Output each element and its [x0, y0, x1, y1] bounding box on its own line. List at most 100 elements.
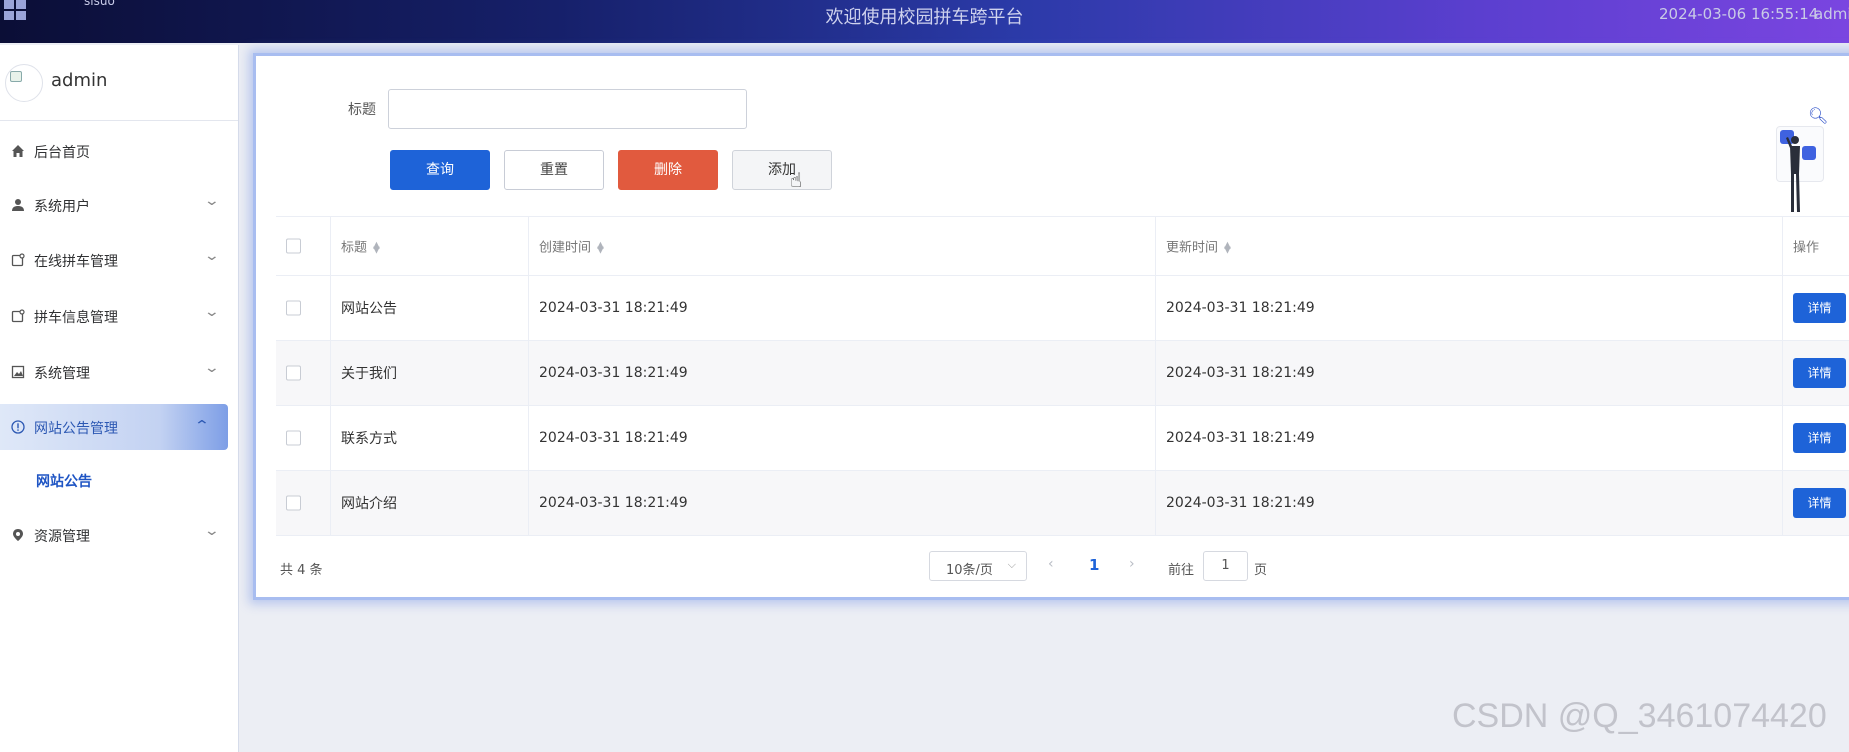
sort-icon[interactable]: ▲ ▼: [373, 241, 380, 255]
watermark: CSDN @Q_3461074420: [1452, 697, 1827, 735]
chevron-down-icon: ⌄: [203, 304, 221, 320]
cell-created: 2024-03-31 18:21:49: [539, 365, 688, 381]
cell-updated: 2024-03-31 18:21:49: [1166, 300, 1315, 316]
total-count: 共 4 条: [280, 563, 323, 578]
detail-button[interactable]: 详情: [1793, 488, 1846, 518]
sidebar-item-online-carpool[interactable]: 在线拼车管理 ⌄: [0, 237, 238, 283]
title-cell: 网站公告: [331, 276, 529, 340]
cell-title: 网站介绍: [341, 496, 397, 512]
avatar[interactable]: [5, 64, 43, 102]
home-icon: [10, 143, 26, 159]
table-row: 网站公告 2024-03-31 18:21:49 2024-03-31 18:2…: [276, 276, 1849, 341]
page-size-value: 10条/页: [946, 563, 993, 578]
profile-name: admin: [51, 70, 108, 91]
table-row: 关于我们 2024-03-31 18:21:49 2024-03-31 18:2…: [276, 341, 1849, 406]
magnifier-icon: 🔍︎: [1808, 106, 1829, 125]
header-cell-select: [276, 217, 331, 275]
chevron-down-icon: ⌄: [203, 360, 221, 376]
goto-page-input[interactable]: 1: [1203, 551, 1248, 581]
operation-cell: 详情: [1783, 276, 1849, 340]
sidebar-item-label: 资源管理: [34, 529, 90, 545]
title-cell: 网站介绍: [331, 471, 529, 535]
sidebar-item-label: 系统用户: [34, 199, 90, 215]
hand-cursor-icon: ☝: [790, 168, 803, 192]
top-header: sisuo 欢迎使用校园拼车跨平台 2024-03-06 16:55:14 ad…: [0, 0, 1849, 43]
location-icon: [10, 527, 26, 543]
add-button[interactable]: 添加: [732, 150, 832, 190]
row-checkbox[interactable]: [286, 495, 301, 511]
row-select-cell: [276, 406, 331, 470]
select-all-checkbox[interactable]: [286, 238, 301, 254]
cell-updated: 2024-03-31 18:21:49: [1166, 430, 1315, 446]
table-row: 网站介绍 2024-03-31 18:21:49 2024-03-31 18:2…: [276, 471, 1849, 536]
goto-label: 前往: [1168, 563, 1195, 578]
detail-button[interactable]: 详情: [1793, 423, 1846, 453]
cell-updated: 2024-03-31 18:21:49: [1166, 495, 1315, 511]
square-graphic: [1802, 146, 1816, 160]
doc-icon: [10, 252, 26, 268]
page-number[interactable]: 1: [1089, 556, 1099, 574]
created-cell: 2024-03-31 18:21:49: [529, 341, 1156, 405]
header-cell-updated[interactable]: 更新时间 ▲ ▼: [1156, 217, 1783, 275]
detail-button[interactable]: 详情: [1793, 293, 1846, 323]
chevron-down-icon: ⌄: [203, 248, 221, 264]
row-checkbox[interactable]: [286, 365, 301, 381]
sidebar-item-home[interactable]: 后台首页: [0, 128, 238, 174]
sort-icon[interactable]: ▲ ▼: [1224, 241, 1231, 255]
operation-cell: 详情: [1783, 471, 1849, 535]
sidebar-item-resources[interactable]: 资源管理 ⌄: [0, 512, 238, 558]
table-row: 联系方式 2024-03-31 18:21:49 2024-03-31 18:2…: [276, 406, 1849, 471]
info-icon: [10, 419, 26, 435]
chevron-down-icon: ⌵: [1007, 558, 1016, 571]
title-search-input[interactable]: [388, 89, 747, 129]
decorative-illustration: 🔍︎: [1746, 104, 1849, 224]
row-checkbox[interactable]: [286, 430, 301, 446]
title-cell: 关于我们: [331, 341, 529, 405]
sidebar: admin 后台首页 系统用户 ⌄ 在线拼车管理 ⌄ 拼车信息管理 ⌄ 系统管理…: [0, 45, 239, 752]
table-header-row: 标题 ▲ ▼ 创建时间 ▲ ▼ 更新时间 ▲ ▼ 操作: [276, 217, 1849, 276]
header-cell-created[interactable]: 创建时间 ▲ ▼: [529, 217, 1156, 275]
cell-title: 关于我们: [341, 366, 397, 382]
sidebar-subitem-announcement[interactable]: 网站公告: [36, 471, 92, 491]
sidebar-item-system-manage[interactable]: 系统管理 ⌄: [0, 349, 238, 395]
cell-created: 2024-03-31 18:21:49: [539, 495, 688, 511]
sidebar-item-label: 在线拼车管理: [34, 254, 118, 270]
row-select-cell: [276, 471, 331, 535]
column-header-created: 创建时间: [539, 240, 592, 256]
chevron-down-icon: ⌄: [203, 523, 221, 539]
operation-cell: 详情: [1783, 406, 1849, 470]
page-size-select[interactable]: 10条/页 ⌵: [929, 551, 1027, 581]
updated-cell: 2024-03-31 18:21:49: [1156, 276, 1783, 340]
sidebar-item-carpool-info[interactable]: 拼车信息管理 ⌄: [0, 293, 238, 339]
cell-created: 2024-03-31 18:21:49: [539, 300, 688, 316]
sidebar-item-label: 系统管理: [34, 366, 90, 382]
reset-button[interactable]: 重置: [504, 150, 604, 190]
updated-cell: 2024-03-31 18:21:49: [1156, 341, 1783, 405]
sidebar-item-announcements[interactable]: 网站公告管理 ⌄: [0, 404, 228, 450]
row-select-cell: [276, 341, 331, 405]
image-icon: [10, 364, 26, 380]
sidebar-item-system-users[interactable]: 系统用户 ⌄: [0, 182, 238, 228]
user-icon: [10, 197, 26, 213]
sort-icon[interactable]: ▲ ▼: [597, 241, 604, 255]
chevron-down-icon: ⌄: [203, 193, 221, 209]
doc-icon: [10, 308, 26, 324]
column-header-title: 标题: [341, 240, 368, 256]
delete-button[interactable]: 删除: [618, 150, 718, 190]
chevron-up-icon: ⌄: [193, 416, 211, 432]
page-title: 欢迎使用校园拼车跨平台: [825, 7, 1024, 28]
detail-button[interactable]: 详情: [1793, 358, 1846, 388]
header-cell-title[interactable]: 标题 ▲ ▼: [331, 217, 529, 275]
header-user[interactable]: admi: [1814, 5, 1849, 23]
updated-cell: 2024-03-31 18:21:49: [1156, 406, 1783, 470]
column-header-operation: 操作: [1793, 240, 1820, 256]
cell-title: 网站公告: [341, 301, 397, 317]
search-label: 标题: [348, 102, 376, 118]
profile: admin: [0, 45, 238, 121]
created-cell: 2024-03-31 18:21:49: [529, 406, 1156, 470]
prev-page-icon[interactable]: ‹: [1048, 556, 1054, 572]
header-datetime: 2024-03-06 16:55:14: [1659, 5, 1819, 23]
row-checkbox[interactable]: [286, 300, 301, 316]
query-button[interactable]: 查询: [390, 150, 490, 190]
next-page-icon[interactable]: ›: [1129, 556, 1135, 572]
